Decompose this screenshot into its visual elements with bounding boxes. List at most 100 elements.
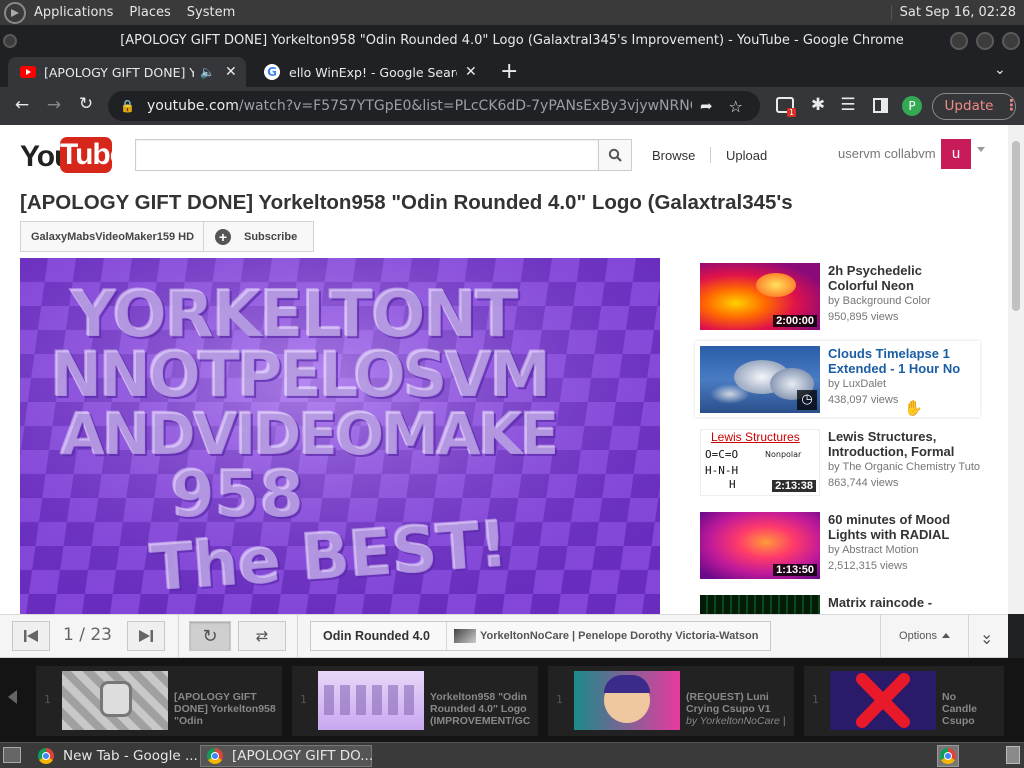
carousel-prev-icon[interactable] — [8, 690, 17, 704]
related-video-thumbnail[interactable] — [700, 595, 820, 614]
reload-icon[interactable]: ↻ — [74, 94, 98, 114]
playlist-owner[interactable]: YorkeltonNoCare | Penelope Dorothy Victo… — [480, 630, 765, 642]
related-video-item[interactable]: Matrix raincode - — [700, 595, 982, 614]
minimize-button[interactable] — [950, 32, 968, 50]
playlist-info-button[interactable]: Odin Rounded 4.0 YorkeltonNoCare | Penel… — [310, 621, 771, 651]
applications-menu[interactable]: Applications — [26, 0, 121, 25]
window-title-bar[interactable]: [APOLOGY GIFT DONE] Yorkelton958 "Odin R… — [0, 25, 1024, 55]
distro-logo-icon[interactable] — [4, 1, 26, 24]
related-video-item[interactable]: Lewis Structures O=C=O Nonpolar H-N-H H … — [700, 429, 982, 499]
channel-button[interactable]: GalaxyMabsVideoMaker159 HD — [20, 221, 204, 252]
subscribe-plus-icon: + — [215, 228, 231, 245]
watch-later-icon[interactable]: ◷ — [797, 390, 817, 410]
search-button[interactable] — [598, 139, 632, 171]
scrollbar-thumb[interactable] — [1012, 141, 1020, 311]
youtube-logo-tube[interactable]: Tube — [60, 137, 126, 173]
google-favicon-icon: G — [264, 64, 280, 80]
related-video-title[interactable]: Matrix raincode - — [828, 595, 980, 610]
carousel-thumbnail[interactable] — [574, 671, 680, 730]
subscribe-button[interactable]: + Subscribe — [203, 221, 314, 252]
chrome-icon — [207, 748, 223, 764]
new-tab-icon[interactable]: + — [500, 59, 518, 84]
tab-google-search[interactable]: G ello WinExp! - Google Search ✕ — [252, 57, 482, 87]
side-panel-icon[interactable] — [873, 98, 888, 113]
tab-youtube[interactable]: [APOLOGY GIFT DONE] Yorkelton958 🔈 ✕ — [8, 57, 246, 87]
carousel-item[interactable]: 1 No Candle Csupo — [804, 666, 1004, 736]
page-scrollbar[interactable] — [1008, 125, 1024, 614]
profile-avatar[interactable]: P — [902, 96, 922, 116]
carousel-item-title: Yorkelton958 "Odin Rounded 4.0" Logo (IM… — [430, 691, 531, 727]
related-video-thumbnail[interactable]: Lewis Structures O=C=O Nonpolar H-N-H H … — [700, 429, 820, 496]
lewis-formula-top: O=C=O — [705, 448, 739, 461]
related-video-title[interactable]: 60 minutes of Mood Lights with RADIAL — [828, 512, 980, 542]
options-button[interactable]: Options — [882, 615, 967, 657]
autoplay-loop-button[interactable]: ↻ — [189, 621, 231, 651]
window-title: [APOLOGY GIFT DONE] Yorkelton958 "Odin R… — [120, 32, 904, 48]
related-video-title[interactable]: Clouds Timelapse 1 Extended - 1 Hour No — [828, 346, 980, 376]
taskbar-task-youtube[interactable]: [APOLOGY GIFT DO... — [200, 745, 373, 767]
related-video-item[interactable]: 1:13:50 60 minutes of Mood Lights with RA… — [700, 512, 982, 582]
related-video-thumbnail[interactable]: ◷ — [700, 346, 820, 413]
lewis-formula-mid: H-N-H — [705, 464, 739, 477]
maximize-button[interactable] — [976, 32, 994, 50]
video-text-line-3: ANDVIDEOMAKE — [60, 400, 559, 468]
speaker-icon[interactable]: 🔈 — [200, 65, 215, 79]
extensions-puzzle-icon[interactable]: ✱ — [806, 95, 830, 115]
bookmark-star-icon[interactable]: ☆ — [729, 97, 743, 116]
share-icon[interactable]: ➦ — [700, 97, 713, 115]
video-player[interactable]: YORKELTONT NNOTPELOSVM ANDVIDEOMAKE 958 … — [20, 258, 660, 614]
clock[interactable]: Sat Sep 16, 02:28 — [890, 5, 1024, 20]
next-video-button[interactable] — [127, 621, 165, 651]
video-text-line-4: 958 — [170, 458, 304, 532]
address-bar[interactable]: 🔒 youtube.com/watch?v=F57S7YTGpE0&list=P… — [108, 91, 760, 121]
upload-link[interactable]: Upload — [726, 148, 767, 163]
user-menu-chevron-icon[interactable] — [977, 147, 985, 156]
related-video-views: 438,097 views — [828, 394, 899, 406]
carousel-thumbnail[interactable] — [830, 671, 936, 730]
user-avatar[interactable]: u — [941, 139, 971, 169]
close-tab-icon[interactable]: ✕ — [225, 64, 237, 80]
close-tab-icon[interactable]: ✕ — [465, 64, 477, 80]
browse-link[interactable]: Browse — [652, 148, 695, 163]
search-input[interactable] — [135, 139, 599, 171]
window-menu-button[interactable] — [3, 34, 17, 48]
carousel-thumbnail[interactable] — [62, 671, 168, 730]
related-video-title[interactable]: Lewis Structures, Introduction, Formal — [828, 429, 980, 459]
divider — [178, 615, 179, 657]
chrome-menu-icon[interactable]: ⋮ — [1004, 96, 1019, 114]
tray-workspace-icon[interactable] — [1006, 746, 1020, 764]
related-video-title[interactable]: 2h Psychedelic Colorful Neon — [828, 263, 980, 293]
close-window-button[interactable] — [1002, 32, 1020, 50]
divider — [968, 615, 969, 657]
forward-icon[interactable]: → — [42, 95, 66, 115]
carousel-item-number: 1 — [300, 693, 307, 706]
carousel-item[interactable]: 1 Yorkelton958 "Odin Rounded 4.0" Logo (… — [292, 666, 538, 736]
show-desktop-icon[interactable] — [3, 747, 21, 763]
related-video-item[interactable]: ◷ Clouds Timelapse 1 Extended - 1 Hour No… — [700, 346, 982, 417]
back-icon[interactable]: ← — [10, 95, 34, 115]
lock-icon[interactable]: 🔒 — [120, 99, 135, 113]
lewis-formula-bot: H — [729, 478, 736, 491]
divider — [297, 615, 298, 657]
carousel-thumbnail[interactable] — [318, 671, 424, 730]
tray-chrome-icon[interactable] — [937, 745, 959, 767]
user-name[interactable]: uservm collabvm — [838, 146, 936, 161]
previous-video-button[interactable] — [12, 621, 50, 651]
tab-search-chevron-icon[interactable]: ⌄ — [994, 62, 1006, 78]
related-video-item[interactable]: 2:00:00 2h Psychedelic Colorful Neon by B… — [700, 263, 982, 333]
loop-icon: ↻ — [202, 625, 218, 647]
shuffle-button[interactable]: ⇄ — [238, 621, 286, 651]
related-video-thumbnail[interactable]: 1:13:50 — [700, 512, 820, 579]
carousel-item-title: (REQUEST) Luni Crying Csupo V1 by Yorkelt… — [686, 691, 786, 727]
taskbar-task-new-tab[interactable]: New Tab - Google ... — [32, 745, 198, 767]
places-menu[interactable]: Places — [121, 0, 178, 25]
related-video-channel: by Background Color — [828, 295, 931, 307]
media-queue-icon[interactable]: ☰ — [836, 95, 860, 115]
task-label: New Tab - Google ... — [63, 748, 198, 764]
carousel-item[interactable]: 1 (REQUEST) Luni Crying Csupo V1 by Yorke… — [548, 666, 794, 736]
carousel-item[interactable]: 1 [APOLOGY GIFT DONE] Yorkelton958 "Odin — [36, 666, 282, 736]
hand-cursor-icon: ✋ — [904, 399, 923, 417]
search-icon — [608, 148, 622, 162]
system-menu[interactable]: System — [179, 0, 243, 25]
related-video-thumbnail[interactable]: 2:00:00 — [700, 263, 820, 330]
